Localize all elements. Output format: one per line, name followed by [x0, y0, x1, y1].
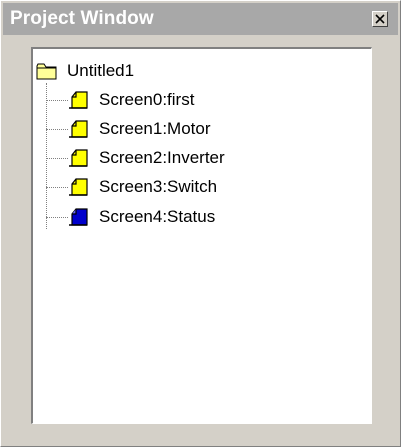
- tree-item-screen0[interactable]: Screen0:first: [68, 88, 194, 112]
- title-bar[interactable]: Project Window: [3, 3, 398, 35]
- tree-root-node[interactable]: Untitled1: [36, 59, 134, 83]
- project-tree[interactable]: Untitled1 Screen0:first Screen1:Motor Sc…: [31, 47, 372, 424]
- close-icon: [375, 14, 385, 24]
- tree-root-label: Untitled1: [67, 61, 135, 80]
- tree-item-screen4[interactable]: Screen4:Status: [68, 205, 215, 229]
- tree-item-label: Screen4:Status: [99, 207, 216, 226]
- project-window: Project Window Untitled1 Screen0:first S…: [0, 0, 401, 447]
- tree-item-screen3[interactable]: Screen3:Switch: [68, 175, 217, 199]
- screen-page-icon: [69, 120, 88, 138]
- screen-page-icon: [69, 208, 88, 226]
- tree-item-screen2[interactable]: Screen2:Inverter: [68, 146, 225, 170]
- tree-item-label: Screen1:Motor: [99, 119, 211, 138]
- tree-branch: [46, 217, 68, 218]
- tree-connector-line: [46, 83, 47, 229]
- screen-page-icon: [69, 91, 88, 109]
- tree-item-label: Screen3:Switch: [99, 177, 218, 196]
- close-button[interactable]: [372, 11, 388, 27]
- tree-branch: [46, 158, 68, 159]
- screen-page-icon: [69, 149, 88, 167]
- tree-item-screen1[interactable]: Screen1:Motor: [68, 117, 211, 141]
- tree-branch: [46, 129, 68, 130]
- tree-branch: [46, 100, 68, 101]
- tree-item-label: Screen0:first: [99, 90, 195, 109]
- window-title: Project Window: [10, 8, 154, 29]
- screen-page-icon: [69, 178, 88, 196]
- tree-item-label: Screen2:Inverter: [99, 148, 225, 167]
- folder-icon: [36, 63, 57, 80]
- tree-branch: [46, 187, 68, 188]
